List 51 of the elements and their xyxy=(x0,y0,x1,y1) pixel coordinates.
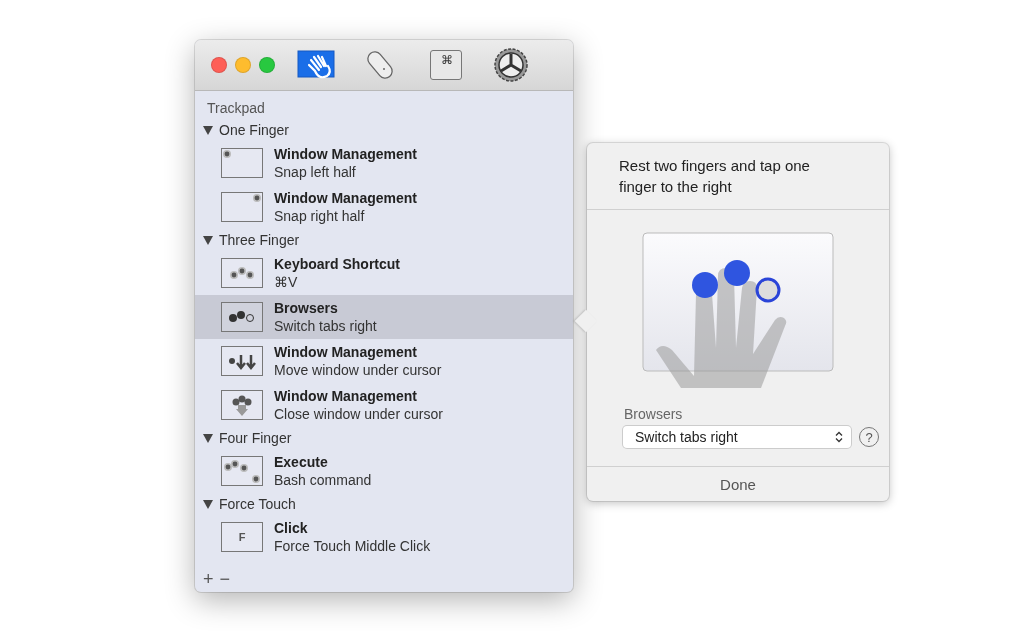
remove-button[interactable]: − xyxy=(219,570,231,588)
gesture-row[interactable]: Keyboard Shortcut ⌘V xyxy=(195,251,573,295)
gesture-row[interactable]: Window Management Snap left half xyxy=(195,141,573,185)
done-button[interactable]: Done xyxy=(587,466,889,501)
category-label: Browsers xyxy=(624,406,684,422)
gesture-row[interactable]: F Click Force Touch Middle Click xyxy=(195,515,573,559)
gesture-action: Bash command xyxy=(274,472,372,488)
gesture-action: Snap right half xyxy=(274,208,366,224)
gesture-action: Switch tabs right xyxy=(274,318,377,334)
command-key-icon[interactable]: ⌘ xyxy=(430,50,462,80)
gesture-row[interactable]: Window Management Move window under cursor xyxy=(195,339,573,383)
section-header[interactable]: Force Touch xyxy=(195,493,573,515)
gesture-icon xyxy=(221,456,263,486)
gesture-icon xyxy=(221,302,263,332)
section-label: Force Touch xyxy=(219,496,296,512)
gesture-action: Close window under cursor xyxy=(274,406,443,422)
section-label: One Finger xyxy=(219,122,290,138)
close-window-button[interactable] xyxy=(211,57,227,73)
gesture-category: Window Management xyxy=(274,146,417,162)
settings-icon[interactable] xyxy=(493,47,529,83)
gesture-icon xyxy=(221,390,263,420)
updown-chevron-icon xyxy=(835,431,843,443)
gesture-action: Snap left half xyxy=(274,164,357,180)
gesture-action: Force Touch Middle Click xyxy=(274,538,431,554)
gesture-row[interactable]: Execute Bash command xyxy=(195,449,573,493)
add-button[interactable]: + xyxy=(203,570,214,588)
gesture-row[interactable]: Window Management Snap right half xyxy=(195,185,573,229)
gesture-category: Window Management xyxy=(274,388,418,404)
section-header[interactable]: Four Finger xyxy=(195,427,573,449)
gesture-category: Keyboard Shortcut xyxy=(274,256,400,272)
gesture-category: Browsers xyxy=(274,300,339,316)
gesture-row[interactable]: Window Management Close window under cursor xyxy=(195,383,573,427)
section-header[interactable]: Three Finger xyxy=(195,229,573,251)
gesture-description: Rest two fingers and tap one finger to the right xyxy=(587,143,889,210)
gesture-icon xyxy=(221,346,263,376)
section-label: Three Finger xyxy=(219,232,300,248)
section-label: Four Finger xyxy=(219,430,292,446)
letter-key-icon: F xyxy=(221,522,263,552)
section-header[interactable]: One Finger xyxy=(195,119,573,141)
action-select[interactable]: Switch tabs right xyxy=(623,426,851,448)
sidebar-title: Trackpad xyxy=(206,100,266,118)
gesture-icon xyxy=(221,148,263,178)
gesture-icon xyxy=(221,192,263,222)
gesture-category: Window Management xyxy=(274,190,417,206)
gesture-category: Execute xyxy=(274,454,329,470)
gesture-action: ⌘V xyxy=(274,274,299,290)
gesture-action: Move window under cursor xyxy=(274,362,442,378)
gesture-category: Click xyxy=(274,520,309,536)
gesture-category: Window Management xyxy=(274,344,418,360)
gesture-row[interactable]: Browsers Switch tabs right xyxy=(195,295,573,339)
gesture-icon xyxy=(221,258,263,288)
